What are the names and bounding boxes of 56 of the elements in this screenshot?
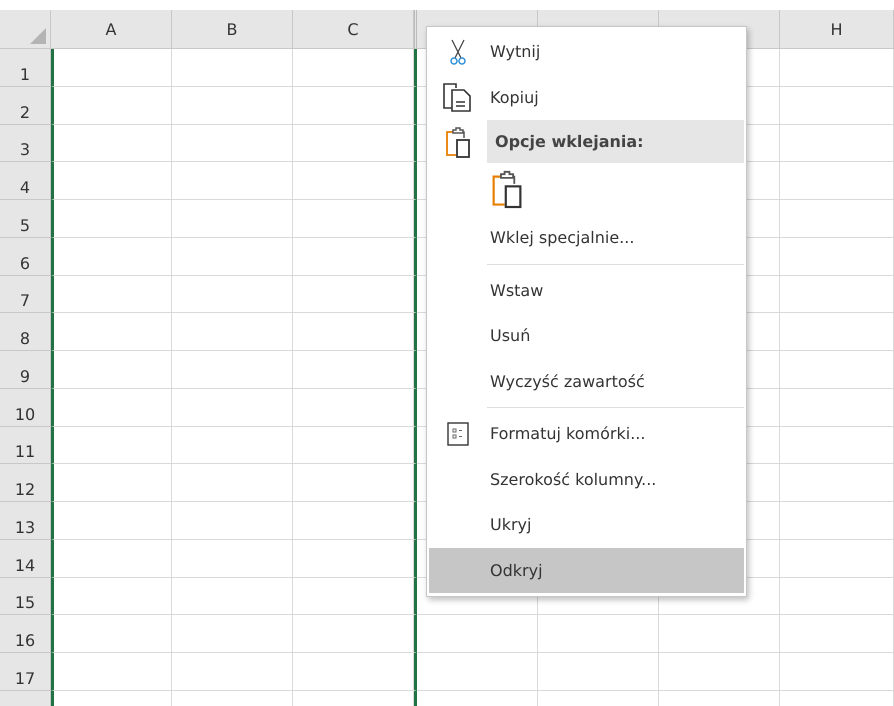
row-header[interactable]: 16: [0, 615, 51, 653]
row-header[interactable]: 1: [0, 49, 51, 87]
format-cells-icon: [447, 422, 469, 446]
column-header[interactable]: H: [780, 10, 894, 49]
menu-item[interactable]: Usuń: [429, 313, 744, 358]
grid-cell[interactable]: [414, 426, 417, 464]
row-header[interactable]: 3: [0, 124, 51, 162]
select-all-corner[interactable]: [0, 10, 51, 49]
row-header[interactable]: 11: [0, 426, 51, 464]
grid-cell[interactable]: [414, 313, 417, 351]
hidden-column-divider[interactable]: [414, 10, 417, 49]
row-header[interactable]: 4: [0, 162, 51, 200]
clipboard-icon: [444, 126, 472, 158]
grid-cell[interactable]: [414, 540, 417, 578]
grid-cell[interactable]: [414, 49, 417, 87]
copy-icon: [442, 82, 474, 112]
grid-cell[interactable]: [414, 388, 417, 426]
row-header[interactable]: 7: [0, 276, 51, 314]
grid-cell[interactable]: [414, 238, 417, 276]
grid-cell[interactable]: [414, 502, 417, 540]
row-header[interactable]: 10: [0, 388, 51, 426]
column-header[interactable]: A: [51, 10, 172, 49]
row-header[interactable]: 14: [0, 540, 51, 578]
row-header[interactable]: 13: [0, 502, 51, 540]
row-header[interactable]: 15: [0, 578, 51, 616]
grid-cell[interactable]: [414, 615, 417, 653]
grid-cell[interactable]: [414, 276, 417, 314]
row-header[interactable]: 17: [0, 653, 51, 691]
row-header[interactable]: 12: [0, 464, 51, 502]
menu-item[interactable]: Wstaw: [429, 268, 744, 313]
column-header[interactable]: C: [293, 10, 414, 49]
grid-cell[interactable]: [414, 464, 417, 502]
menu-item[interactable]: Kopiuj: [429, 74, 744, 120]
scissors-icon: [449, 38, 467, 66]
menu-item[interactable]: Wytnij: [429, 29, 744, 74]
corner-triangle-icon: [30, 28, 46, 44]
grid-cell[interactable]: [414, 86, 417, 124]
menu-item[interactable]: Odkryj: [429, 548, 744, 593]
row-header[interactable]: 9: [0, 351, 51, 389]
row-header[interactable]: 6: [0, 238, 51, 276]
menu-item[interactable]: Wklej specjalnie...: [429, 215, 744, 260]
row-header[interactable]: 5: [0, 200, 51, 238]
menu-item[interactable]: Wyczyść zawartość: [429, 358, 744, 404]
menu-section-header: Opcje wklejania:: [487, 120, 744, 163]
menu-item[interactable]: Ukryj: [429, 502, 744, 548]
menu-item[interactable]: Szerokość kolumny...: [429, 456, 744, 502]
grid-cell[interactable]: [414, 351, 417, 389]
grid-cell[interactable]: [414, 578, 417, 616]
row-header[interactable]: 8: [0, 313, 51, 351]
grid-cell[interactable]: [414, 200, 417, 238]
grid-cell[interactable]: [414, 162, 417, 200]
grid-cell[interactable]: [414, 653, 417, 691]
grid-cell[interactable]: [414, 124, 417, 162]
column-header[interactable]: B: [172, 10, 293, 49]
menu-item[interactable]: Formatuj komórki...: [429, 411, 744, 456]
row-header[interactable]: 2: [0, 86, 51, 124]
